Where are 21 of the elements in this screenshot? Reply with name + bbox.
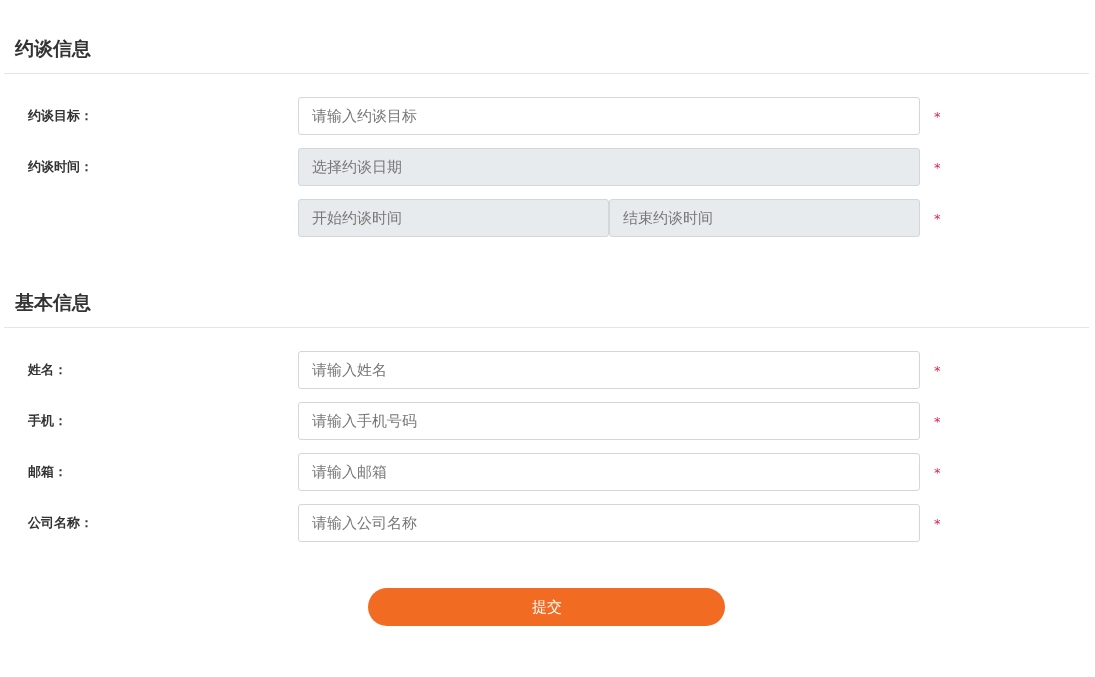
input-field[interactable]: 请输入姓名 — [298, 351, 920, 389]
field-label: 手机： — [27, 412, 68, 430]
required-mark: * — [934, 362, 941, 378]
required-mark: * — [934, 210, 941, 226]
input-field[interactable]: 请输入公司名称 — [298, 504, 920, 542]
section-heading: 基本信息 — [15, 290, 92, 315]
submit-button[interactable]: 提交 — [368, 588, 725, 626]
required-mark: * — [934, 515, 941, 531]
input-field[interactable]: 请输入手机号码 — [298, 402, 920, 440]
input-field[interactable]: 请输入约谈目标 — [298, 97, 920, 135]
field-label: 约谈时间： — [27, 158, 94, 176]
field-label: 约谈目标： — [27, 107, 94, 125]
required-mark: * — [934, 159, 941, 175]
field-label: 姓名： — [27, 361, 68, 379]
required-mark: * — [934, 413, 941, 429]
section-heading: 约谈信息 — [15, 36, 92, 61]
required-mark: * — [934, 464, 941, 480]
required-mark: * — [934, 108, 941, 124]
field-label: 邮箱： — [27, 463, 68, 481]
input-field[interactable]: 请输入邮箱 — [298, 453, 920, 491]
field-label: 公司名称： — [27, 514, 94, 532]
